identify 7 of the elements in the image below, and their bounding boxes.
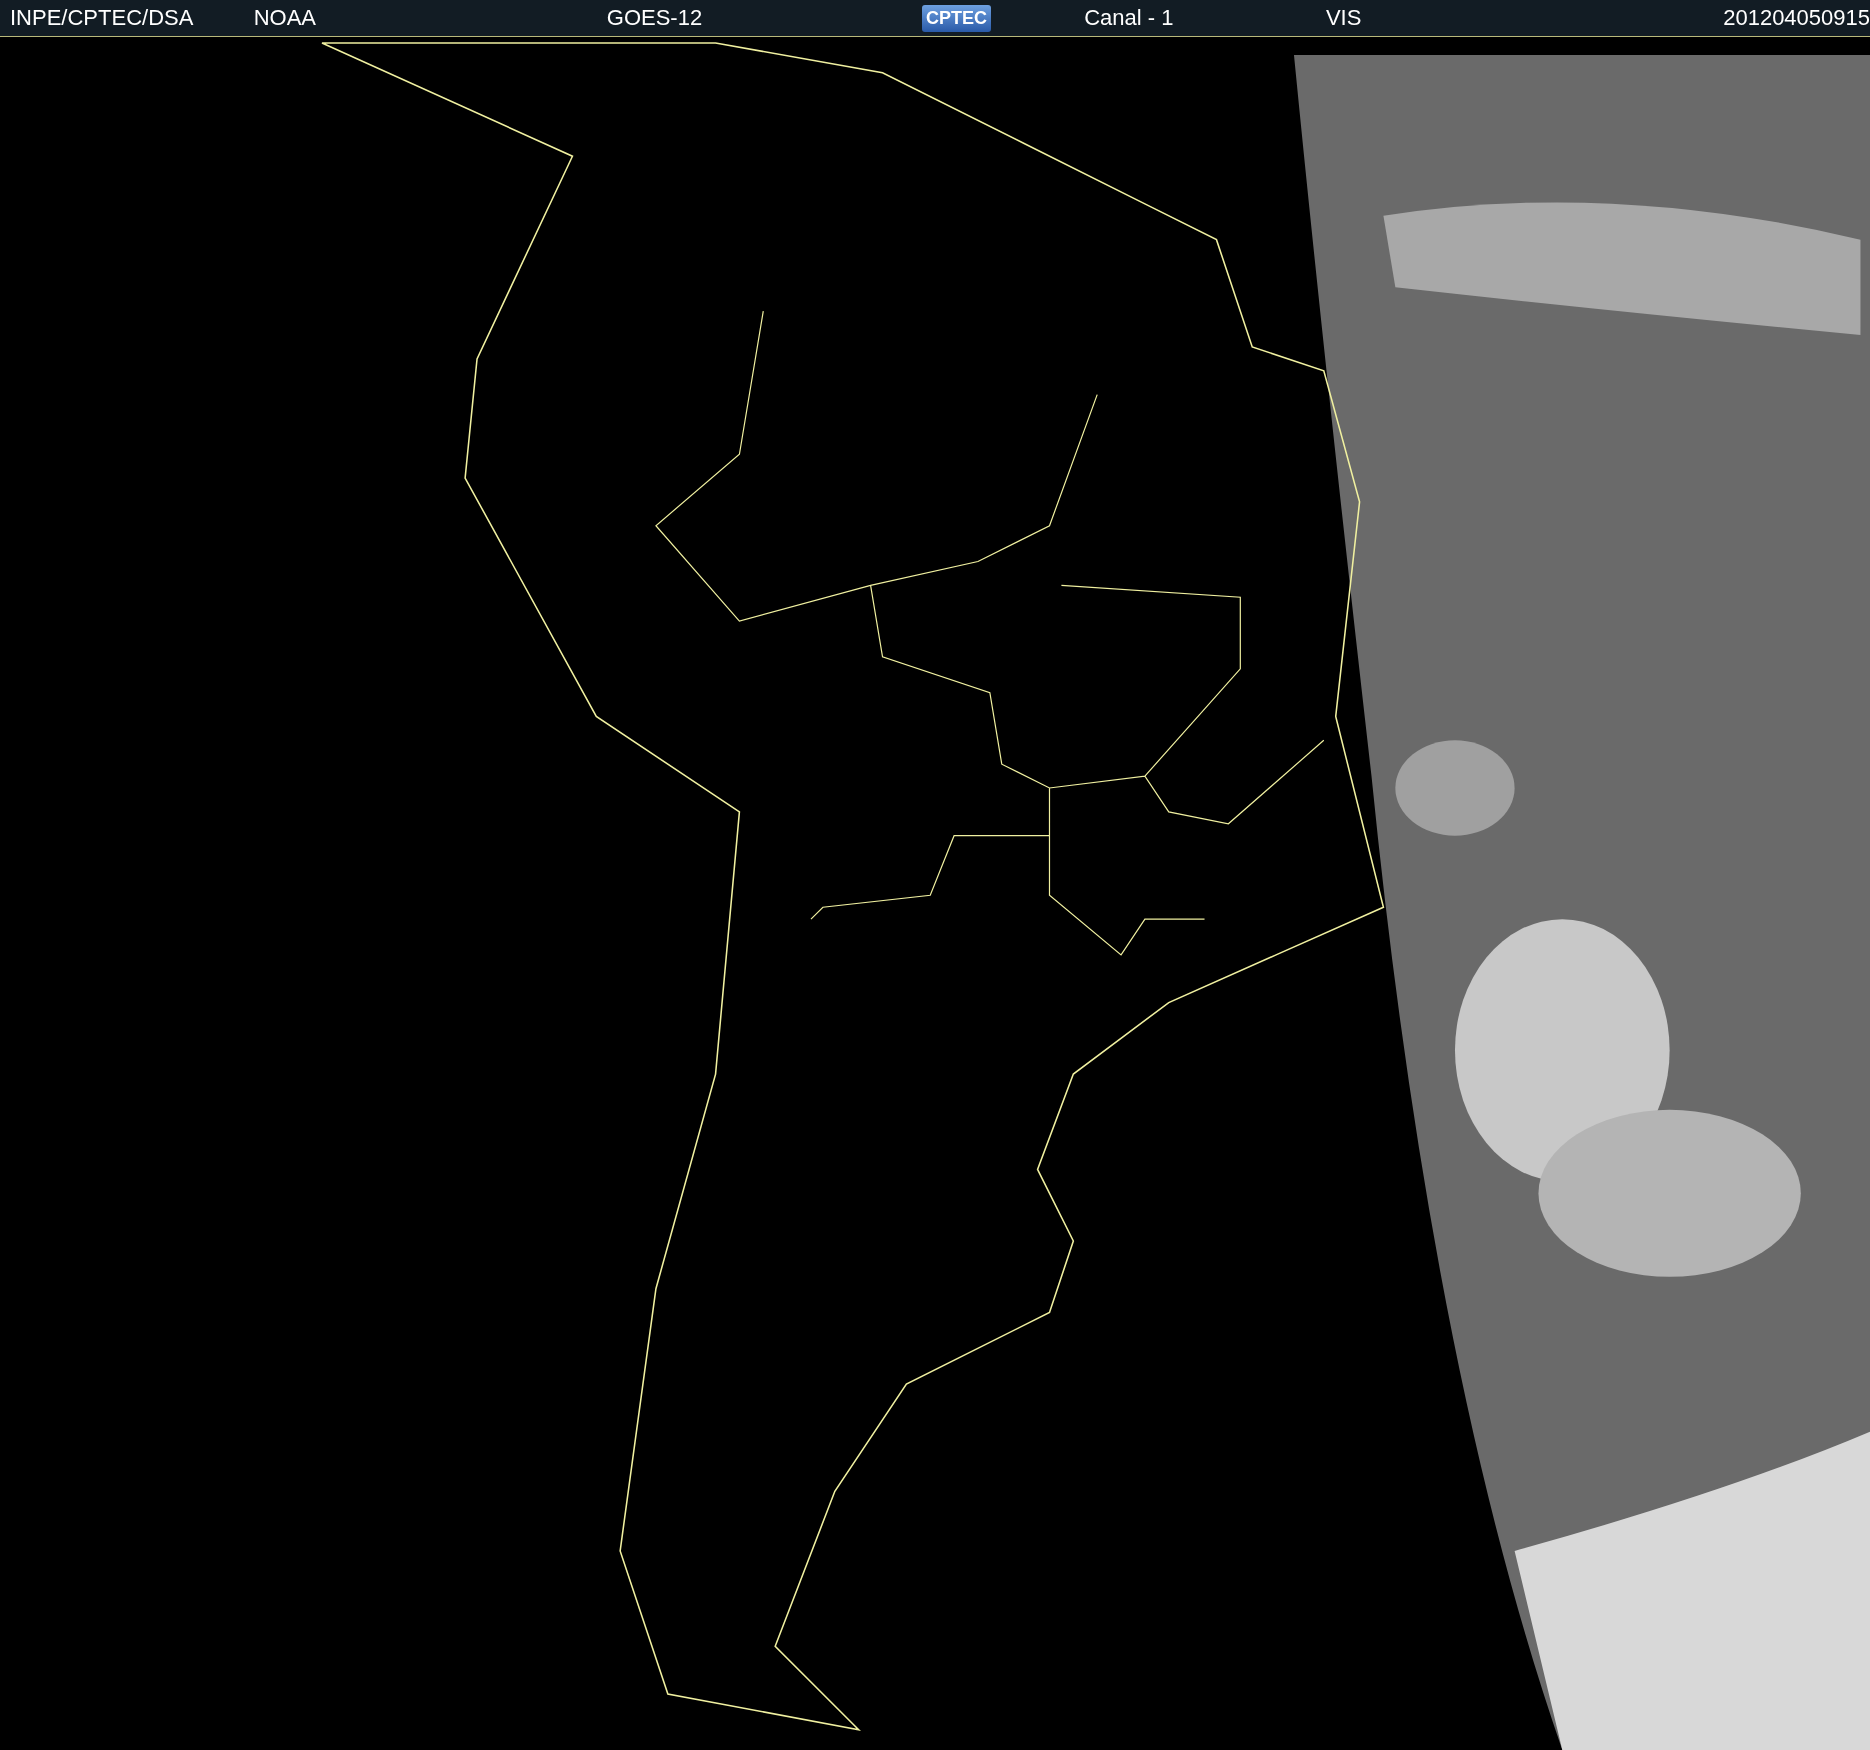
header-label: INPE/CPTEC/DSA: [10, 5, 194, 31]
header-label: VIS: [1325, 5, 1362, 31]
header-label: GOES-12: [606, 5, 703, 31]
logo: CPTEC: [922, 4, 992, 32]
header-label: NOAA: [253, 5, 317, 31]
header-label: 201204050915: [1723, 5, 1870, 31]
header-label: Canal - 1: [1084, 5, 1174, 31]
